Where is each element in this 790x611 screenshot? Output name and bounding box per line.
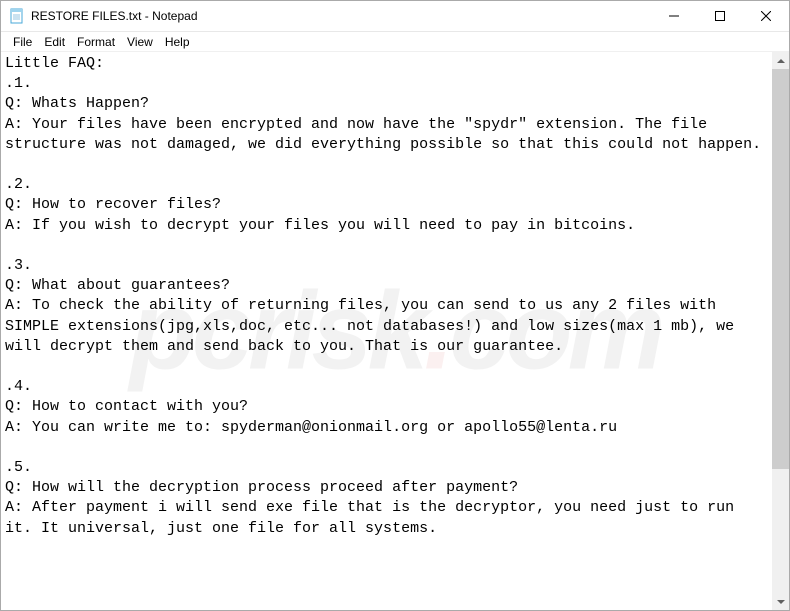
- scroll-track[interactable]: [772, 69, 789, 593]
- titlebar: RESTORE FILES.txt - Notepad: [1, 1, 789, 32]
- menu-view[interactable]: View: [121, 33, 159, 51]
- menu-help[interactable]: Help: [159, 33, 196, 51]
- maximize-button[interactable]: [697, 1, 743, 31]
- content-area: pcrisk.com Little FAQ: .1. Q: Whats Happ…: [1, 52, 789, 610]
- scroll-up-arrow[interactable]: [772, 52, 789, 69]
- scroll-thumb[interactable]: [772, 69, 789, 469]
- menu-file[interactable]: File: [7, 33, 38, 51]
- text-content[interactable]: Little FAQ: .1. Q: Whats Happen? A: Your…: [1, 52, 772, 610]
- close-button[interactable]: [743, 1, 789, 31]
- window-title: RESTORE FILES.txt - Notepad: [31, 9, 651, 23]
- menu-edit[interactable]: Edit: [38, 33, 71, 51]
- minimize-button[interactable]: [651, 1, 697, 31]
- menu-format[interactable]: Format: [71, 33, 121, 51]
- window-controls: [651, 1, 789, 31]
- menubar: File Edit Format View Help: [1, 32, 789, 52]
- notepad-icon: [9, 8, 25, 24]
- vertical-scrollbar[interactable]: [772, 52, 789, 610]
- scroll-down-arrow[interactable]: [772, 593, 789, 610]
